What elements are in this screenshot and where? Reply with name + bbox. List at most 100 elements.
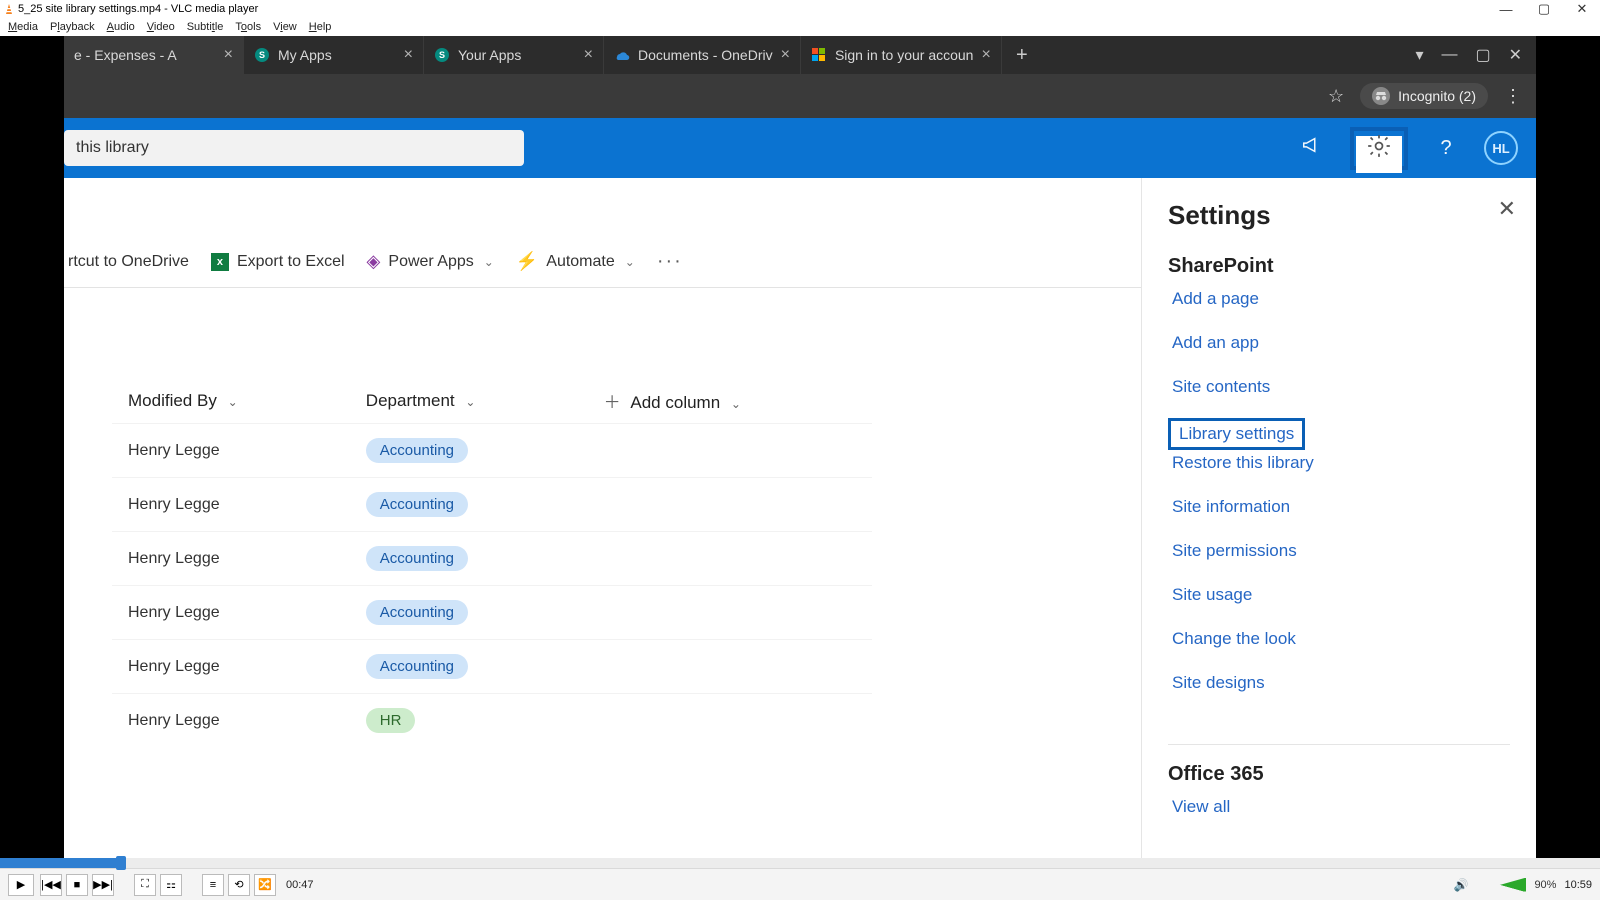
window-maximize-icon[interactable]: ▢	[1530, 1, 1558, 17]
cmd-export-excel[interactable]: x Export to Excel	[211, 253, 345, 271]
search-input[interactable]	[64, 130, 524, 166]
col-label: Modified By	[128, 391, 217, 410]
tab-label: Your Apps	[458, 47, 521, 63]
vlc-menu-playback[interactable]: Playback	[50, 21, 95, 33]
cmd-more-icon[interactable]: ···	[657, 250, 683, 273]
help-icon[interactable]: ?	[1432, 137, 1460, 160]
vlc-next-button[interactable]: ▶▶|	[92, 874, 114, 896]
vlc-controls: ▶ |◀◀ ■ ▶▶| ⛶ ⚏ ≡ ⟲ 🔀 00:47 🔊 90% 10:59	[0, 868, 1600, 900]
vlc-menu-tools[interactable]: Tools	[235, 21, 261, 33]
chrome-minimize-icon[interactable]: —	[1441, 46, 1457, 64]
cell-modified-by: Henry Legge	[112, 640, 350, 694]
vlc-menu-view[interactable]: View	[273, 21, 297, 33]
onedrive-favicon-icon	[614, 47, 630, 63]
table-row[interactable]: Henry LeggeHR	[112, 694, 872, 748]
cmd-shortcut-onedrive[interactable]: rtcut to OneDrive	[64, 253, 189, 271]
col-department[interactable]: Department ⌄	[350, 378, 588, 424]
settings-link-site-permissions[interactable]: Site permissions	[1168, 538, 1510, 564]
chrome-menu-icon[interactable]: ⋮	[1504, 86, 1522, 107]
window-close-icon[interactable]: ✕	[1568, 1, 1596, 17]
close-icon[interactable]: ×	[224, 46, 233, 64]
settings-link-add-an-app[interactable]: Add an app	[1168, 330, 1510, 356]
vlc-loop-button[interactable]: ⟲	[228, 874, 250, 896]
cell-empty	[588, 694, 872, 748]
cell-modified-by: Henry Legge	[112, 478, 350, 532]
incognito-label: Incognito (2)	[1398, 88, 1476, 104]
settings-link-site-usage[interactable]: Site usage	[1168, 582, 1510, 608]
tab-onedrive[interactable]: Documents - OneDriv ×	[604, 36, 801, 74]
cell-modified-by: Henry Legge	[112, 694, 350, 748]
incognito-badge[interactable]: Incognito (2)	[1360, 83, 1488, 109]
table-row[interactable]: Henry LeggeAccounting	[112, 586, 872, 640]
vlc-seek-thumb[interactable]	[116, 856, 126, 870]
vlc-menu-media[interactable]: Media	[8, 21, 38, 33]
settings-group-office365: Office 365	[1168, 763, 1510, 786]
cmd-label: Export to Excel	[237, 253, 345, 271]
new-tab-button[interactable]: +	[1002, 36, 1042, 74]
settings-link-site-information[interactable]: Site information	[1168, 494, 1510, 520]
settings-link-site-designs[interactable]: Site designs	[1168, 670, 1510, 696]
gear-highlight-box	[1350, 127, 1408, 170]
vlc-playlist-button[interactable]: ≡	[202, 874, 224, 896]
browser-window: e - Expenses - A × S My Apps × S Your Ap…	[64, 36, 1536, 858]
volume-icon[interactable]: 🔊	[1453, 878, 1468, 892]
tab-search-icon[interactable]: ▾	[1415, 45, 1423, 65]
settings-link-restore-this-library[interactable]: Restore this library	[1168, 450, 1510, 476]
vlc-video-stage: e - Expenses - A × S My Apps × S Your Ap…	[0, 36, 1600, 858]
close-icon[interactable]: ✕	[1498, 196, 1516, 222]
avatar[interactable]: HL	[1484, 131, 1518, 165]
chevron-down-icon: ⌄	[731, 397, 741, 411]
settings-link-add-a-page[interactable]: Add a page	[1168, 286, 1510, 312]
vlc-fullscreen-button[interactable]: ⛶	[134, 874, 156, 896]
cell-empty	[588, 424, 872, 478]
close-icon[interactable]: ×	[404, 46, 413, 64]
settings-link-library-settings[interactable]: Library settings	[1168, 418, 1305, 450]
close-icon[interactable]: ×	[584, 46, 593, 64]
vlc-menu-subtitle[interactable]: Subtitle	[187, 21, 224, 33]
microsoft-favicon-icon	[811, 47, 827, 63]
table-row[interactable]: Henry LeggeAccounting	[112, 478, 872, 532]
close-icon[interactable]: ×	[781, 46, 790, 64]
table-row[interactable]: Henry LeggeAccounting	[112, 640, 872, 694]
tab-expenses[interactable]: e - Expenses - A ×	[64, 36, 244, 74]
table-row[interactable]: Henry LeggeAccounting	[112, 532, 872, 586]
tab-my-apps[interactable]: S My Apps ×	[244, 36, 424, 74]
window-minimize-icon[interactable]: —	[1492, 2, 1520, 17]
megaphone-icon[interactable]	[1298, 134, 1326, 162]
vlc-play-button[interactable]: ▶	[8, 874, 34, 896]
department-pill: Accounting	[366, 438, 468, 463]
cell-department: Accounting	[350, 532, 588, 586]
settings-gear-button[interactable]	[1356, 136, 1402, 173]
bookmark-star-icon[interactable]: ☆	[1328, 86, 1344, 107]
department-pill: Accounting	[366, 600, 468, 625]
settings-link-change-the-look[interactable]: Change the look	[1168, 626, 1510, 652]
volume-slider[interactable]	[1476, 878, 1526, 892]
incognito-icon	[1372, 87, 1390, 105]
tab-your-apps[interactable]: S Your Apps ×	[424, 36, 604, 74]
settings-link-site-contents[interactable]: Site contents	[1168, 374, 1510, 400]
vlc-shuffle-button[interactable]: 🔀	[254, 874, 276, 896]
vlc-prev-button[interactable]: |◀◀	[40, 874, 62, 896]
chrome-maximize-icon[interactable]: ▢	[1475, 45, 1490, 65]
vlc-menu-audio[interactable]: Audio	[107, 21, 135, 33]
cmd-power-apps[interactable]: ◈ Power Apps ⌄	[367, 251, 494, 272]
vlc-menu-video[interactable]: Video	[147, 21, 175, 33]
vlc-extended-button[interactable]: ⚏	[160, 874, 182, 896]
cell-department: Accounting	[350, 586, 588, 640]
cmd-automate[interactable]: ⚡ Automate ⌄	[516, 251, 635, 272]
content-region: Private group ★ Following 1 membe	[64, 178, 1536, 858]
vlc-seekbar[interactable]	[0, 858, 1600, 868]
add-column-button[interactable]: ＋ Add column ⌄	[588, 378, 872, 424]
table-row[interactable]: Henry LeggeAccounting	[112, 424, 872, 478]
tab-signin[interactable]: Sign in to your accoun ×	[801, 36, 1002, 74]
settings-link-view-all[interactable]: View all	[1168, 794, 1510, 820]
chrome-toolbar: ☆ Incognito (2) ⋮	[64, 74, 1536, 118]
col-modified-by[interactable]: Modified By ⌄	[112, 378, 350, 424]
settings-group-sharepoint: SharePoint	[1168, 255, 1510, 278]
chrome-close-icon[interactable]: ✕	[1509, 45, 1522, 65]
close-icon[interactable]: ×	[981, 46, 990, 64]
tab-label: e - Expenses - A	[74, 47, 177, 63]
vlc-stop-button[interactable]: ■	[66, 874, 88, 896]
volume-percent: 90%	[1534, 879, 1556, 891]
vlc-menu-help[interactable]: Help	[309, 21, 332, 33]
